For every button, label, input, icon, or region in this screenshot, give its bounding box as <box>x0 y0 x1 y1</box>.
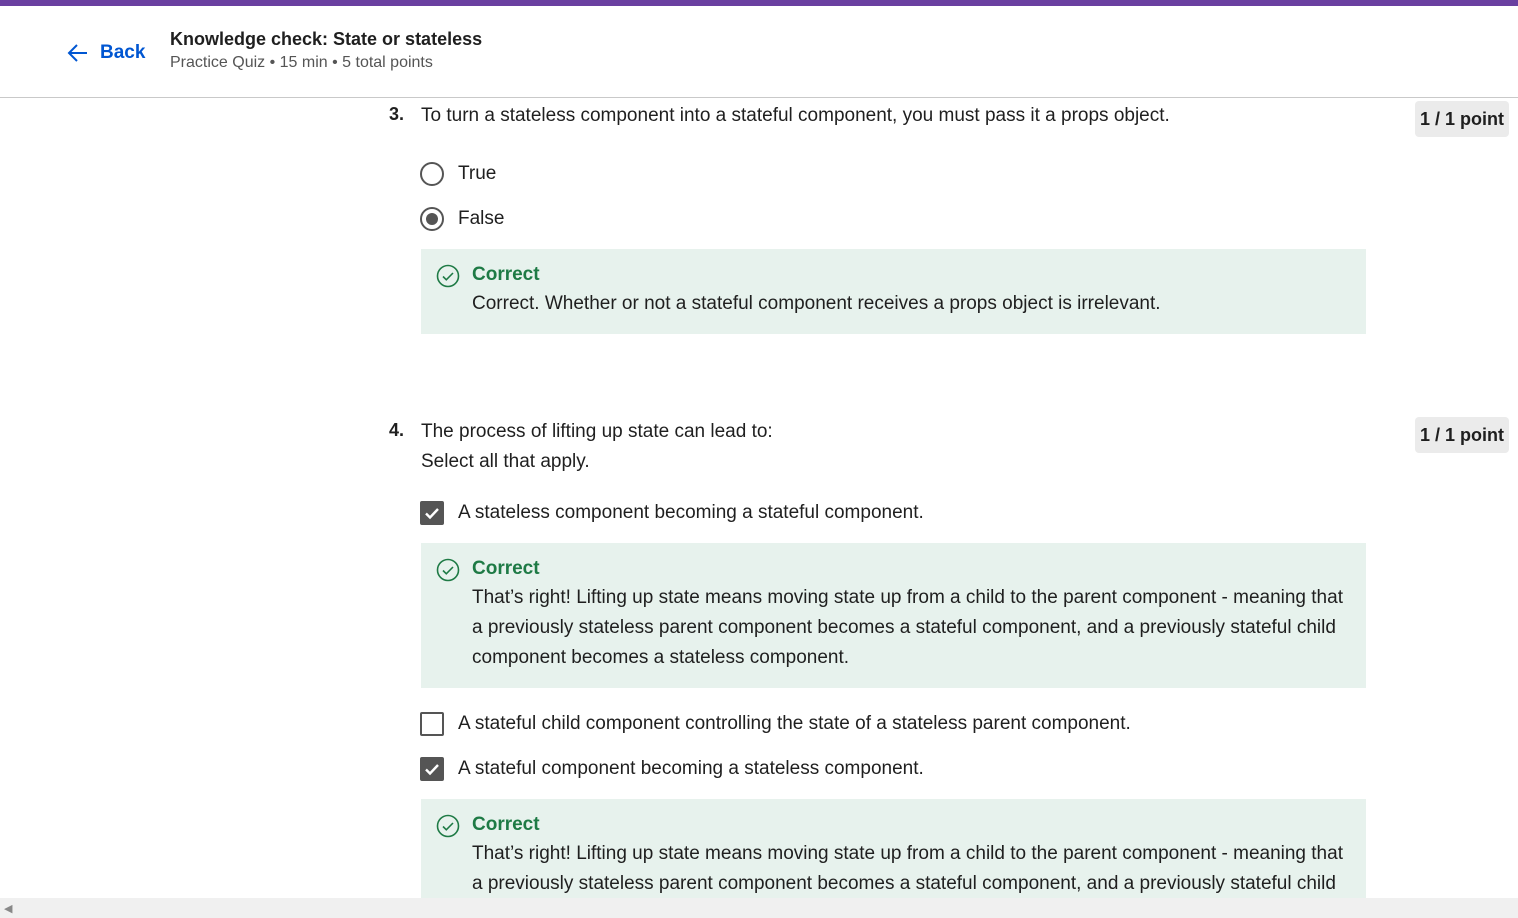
arrow-left-icon <box>67 44 87 62</box>
points-badge: 1 / 1 point <box>1415 101 1509 137</box>
checkbox-unchecked[interactable] <box>420 712 444 736</box>
radio-button-selected[interactable] <box>420 207 444 231</box>
question-number: 4. <box>389 420 405 440</box>
check-circle-icon <box>436 264 460 288</box>
radio-option-false[interactable]: False <box>420 204 504 234</box>
option-label: A stateful child component controlling t… <box>458 713 1131 734</box>
scroll-left-icon[interactable]: ◀ <box>4 902 12 915</box>
checkbox-option[interactable]: A stateful child component controlling t… <box>420 709 1131 739</box>
quiz-header: Back Knowledge check: State or stateless… <box>0 6 1518 98</box>
question-instruction: Select all that apply. <box>421 451 590 472</box>
option-label: A stateful component becoming a stateles… <box>458 758 924 779</box>
checkbox-option[interactable]: A stateful component becoming a stateles… <box>420 754 924 784</box>
check-circle-icon <box>436 558 460 582</box>
checkbox-checked[interactable] <box>420 501 444 525</box>
option-label: False <box>458 208 505 229</box>
question-text: The process of lifting up state can lead… <box>421 421 773 442</box>
radio-button[interactable] <box>420 162 444 186</box>
checkmark-icon <box>425 508 439 520</box>
radio-option-true[interactable]: True <box>420 159 496 189</box>
option-label: A stateless component becoming a statefu… <box>458 502 924 523</box>
feedback-text: Correct. Whether or not a stateful compo… <box>472 293 1161 314</box>
checkbox-checked[interactable] <box>420 757 444 781</box>
back-label: Back <box>100 42 146 63</box>
feedback-text: That’s right! Lifting up state means mov… <box>472 587 1343 668</box>
feedback-correct: Correct That’s right! Lifting up state m… <box>421 799 1366 898</box>
feedback-title: Correct <box>472 558 540 579</box>
back-button[interactable]: Back <box>66 40 145 66</box>
feedback-text: That’s right! Lifting up state means mov… <box>472 843 1343 894</box>
question-number: 3. <box>389 104 405 124</box>
question-text: To turn a stateless component into a sta… <box>421 105 1170 126</box>
feedback-correct: Correct Correct. Whether or not a statef… <box>421 249 1366 334</box>
quiz-title: Knowledge check: State or stateless <box>170 29 483 49</box>
checkbox-option[interactable]: A stateless component becoming a statefu… <box>420 498 924 528</box>
points-badge: 1 / 1 point <box>1415 417 1509 453</box>
feedback-title: Correct <box>472 264 540 285</box>
horizontal-scrollbar[interactable]: ◀ <box>0 898 1518 918</box>
check-circle-icon <box>436 814 460 838</box>
checkmark-icon <box>425 764 439 776</box>
feedback-title: Correct <box>472 814 540 835</box>
feedback-correct: Correct That’s right! Lifting up state m… <box>421 543 1366 688</box>
option-label: True <box>458 163 497 184</box>
quiz-content[interactable]: 3. To turn a stateless component into a … <box>0 98 1518 898</box>
quiz-meta: Practice Quiz • 15 min • 5 total points <box>170 54 433 71</box>
